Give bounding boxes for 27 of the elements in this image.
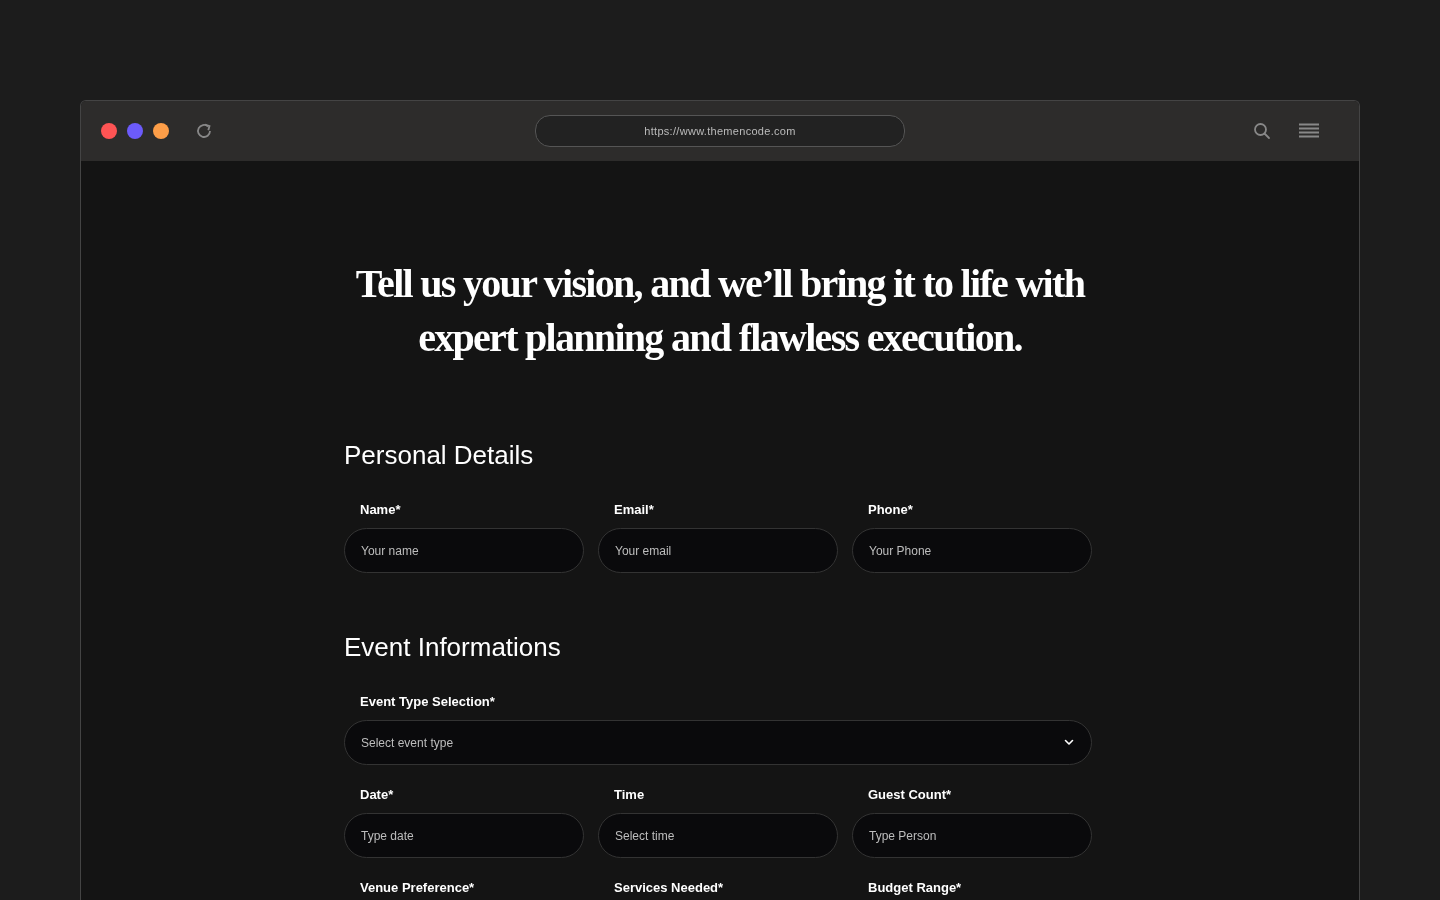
field-label: Venue Preference* [359, 879, 476, 897]
input-field[interactable]: Your email [598, 528, 838, 573]
field-label: Name* [359, 501, 402, 519]
url-field[interactable]: https://www.themencode.com [535, 115, 905, 147]
input-field[interactable]: Your name [344, 528, 584, 573]
input-field[interactable]: Your Phone [852, 528, 1092, 573]
reload-icon[interactable] [195, 122, 213, 140]
section-title: Event Informations [344, 631, 562, 663]
input-field[interactable]: Type Person [852, 813, 1092, 858]
field-label: Date* [359, 786, 395, 804]
field-label: Event Type Selection* [359, 693, 496, 711]
window-control-dot[interactable] [127, 123, 143, 139]
select-field[interactable]: Select event type [344, 720, 1092, 765]
field-label: Email* [613, 501, 655, 519]
field-label: Guest Count* [867, 786, 953, 804]
window-control-dot[interactable] [153, 123, 169, 139]
input-field[interactable]: Type date [344, 813, 584, 858]
search-icon[interactable] [1253, 122, 1271, 140]
field-label: Budget Range* [867, 879, 963, 897]
section-title: Personal Details [344, 439, 535, 471]
page-heading: Tell us your vision, and we’ll bring it to life with expert planning and flawless execution. [354, 260, 1086, 362]
menu-icon[interactable] [1299, 123, 1319, 139]
field-label: Time [613, 786, 646, 804]
field-label: Phone* [867, 501, 914, 519]
window-control-dot[interactable] [101, 123, 117, 139]
input-field[interactable]: Select time [598, 813, 838, 858]
field-label: Services Needed* [613, 879, 725, 897]
